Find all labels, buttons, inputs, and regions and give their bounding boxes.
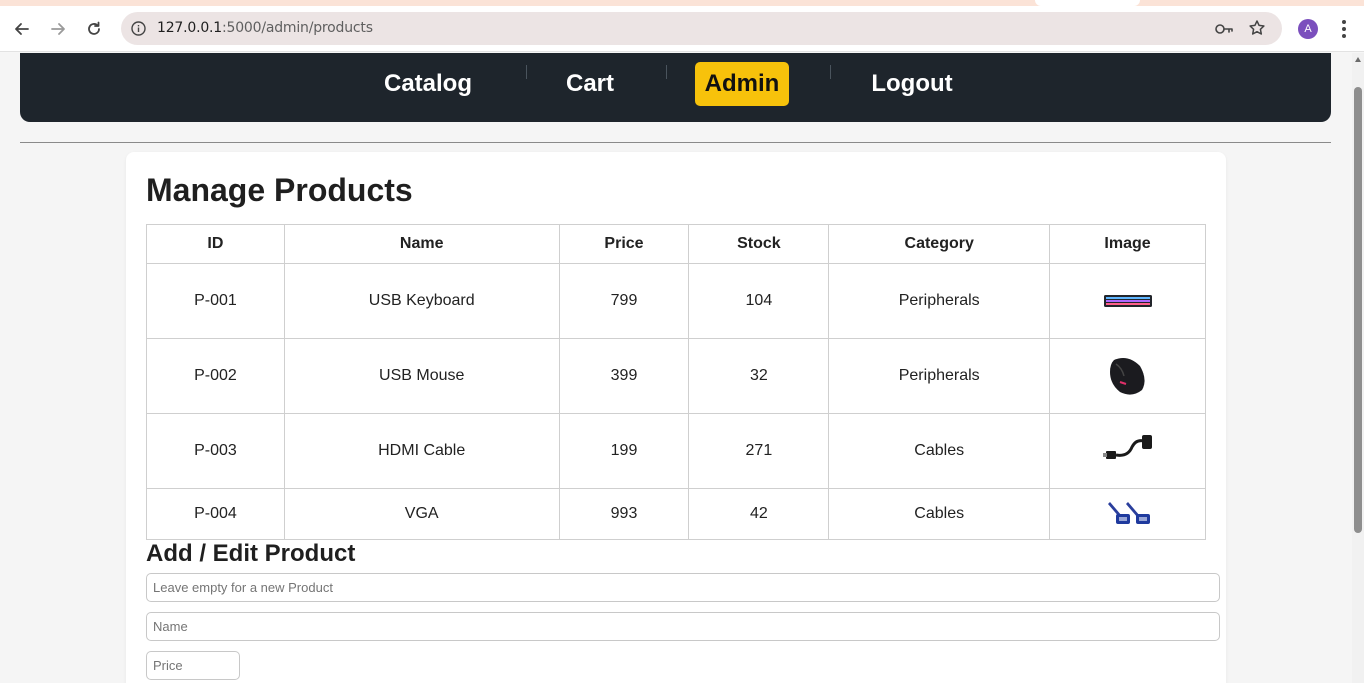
cell-price: 199 <box>558 413 690 489</box>
cell-id: P-002 <box>146 338 285 414</box>
page-viewport: Catalog Cart Admin Logout Manage Product… <box>0 53 1352 683</box>
cell-image <box>1049 263 1206 339</box>
column-header-price: Price <box>558 224 690 264</box>
cell-category: Cables <box>828 488 1051 540</box>
cell-price: 399 <box>558 338 690 414</box>
cell-image <box>1049 338 1206 414</box>
products-table: ID Name Price Stock Category Image P-001… <box>146 224 1206 540</box>
table-row: P-002 USB Mouse 399 32 Peripherals <box>146 338 1206 414</box>
cell-price: 799 <box>558 263 690 339</box>
nav-logout[interactable]: Logout <box>857 62 967 106</box>
product-name-input[interactable] <box>146 612 1220 641</box>
scrollbar-thumb[interactable] <box>1354 87 1362 533</box>
products-panel: Manage Products ID Name Price Stock Cate… <box>126 152 1226 683</box>
back-icon[interactable] <box>10 17 34 41</box>
nav-admin[interactable]: Admin <box>695 62 789 106</box>
scroll-up-icon[interactable] <box>1355 57 1361 62</box>
cell-stock: 32 <box>688 338 830 414</box>
password-key-icon[interactable] <box>1214 20 1234 43</box>
cell-image <box>1049 413 1206 489</box>
column-header-name: Name <box>283 224 560 264</box>
column-header-category: Category <box>828 224 1051 264</box>
cell-id: P-003 <box>146 413 285 489</box>
cell-price: 993 <box>558 488 690 540</box>
url-path: :5000/admin/products <box>222 20 373 36</box>
cell-name: VGA <box>283 488 560 540</box>
bookmark-star-icon[interactable] <box>1248 19 1266 42</box>
cell-category: Peripherals <box>828 338 1051 414</box>
cell-image <box>1049 488 1206 540</box>
url-host: 127.0.0.1 <box>157 20 222 36</box>
cell-category: Cables <box>828 413 1051 489</box>
cell-stock: 104 <box>688 263 830 339</box>
table-row: P-001 USB Keyboard 799 104 Peripherals <box>146 263 1206 339</box>
cell-stock: 42 <box>688 488 830 540</box>
product-id-input[interactable] <box>146 573 1220 602</box>
column-header-stock: Stock <box>688 224 830 264</box>
form-title: Add / Edit Product <box>146 540 356 567</box>
cell-id: P-001 <box>146 263 285 339</box>
page-title: Manage Products <box>146 172 413 208</box>
cell-name: USB Mouse <box>283 338 560 414</box>
column-header-id: ID <box>146 224 285 264</box>
browser-menu-icon[interactable] <box>1335 17 1353 41</box>
cell-name: USB Keyboard <box>283 263 560 339</box>
site-info-icon[interactable] <box>130 20 147 37</box>
profile-avatar[interactable]: A <box>1298 19 1318 39</box>
address-bar[interactable]: 127.0.0.1:5000/admin/products <box>121 12 1282 45</box>
nav-catalog[interactable]: Catalog <box>372 62 484 106</box>
mouse-image <box>1109 358 1145 395</box>
column-header-image: Image <box>1049 224 1206 264</box>
nav-cart[interactable]: Cart <box>550 62 630 106</box>
hdmi-cable-image <box>1102 435 1152 459</box>
keyboard-image <box>1103 295 1152 307</box>
forward-icon[interactable] <box>46 17 70 41</box>
table-row: P-003 HDMI Cable 199 271 Cables <box>146 413 1206 489</box>
cell-stock: 271 <box>688 413 830 489</box>
page-scrollbar[interactable] <box>1352 53 1364 683</box>
url-text: 127.0.0.1:5000/admin/products <box>157 20 373 36</box>
reload-icon[interactable] <box>82 17 106 41</box>
nav-separator <box>666 65 667 79</box>
cell-name: HDMI Cable <box>283 413 560 489</box>
table-row: P-004 VGA 993 42 Cables <box>146 488 1206 540</box>
cell-category: Peripherals <box>828 263 1051 339</box>
nav-separator <box>830 65 831 79</box>
cell-id: P-004 <box>146 488 285 540</box>
site-navbar: Catalog Cart Admin Logout <box>20 53 1331 122</box>
vga-cable-image <box>1107 502 1150 524</box>
table-header-row: ID Name Price Stock Category Image <box>146 224 1206 264</box>
browser-toolbar: 127.0.0.1:5000/admin/products A <box>0 6 1364 52</box>
product-price-input[interactable] <box>146 651 240 680</box>
nav-separator <box>526 65 527 79</box>
divider <box>20 142 1331 143</box>
